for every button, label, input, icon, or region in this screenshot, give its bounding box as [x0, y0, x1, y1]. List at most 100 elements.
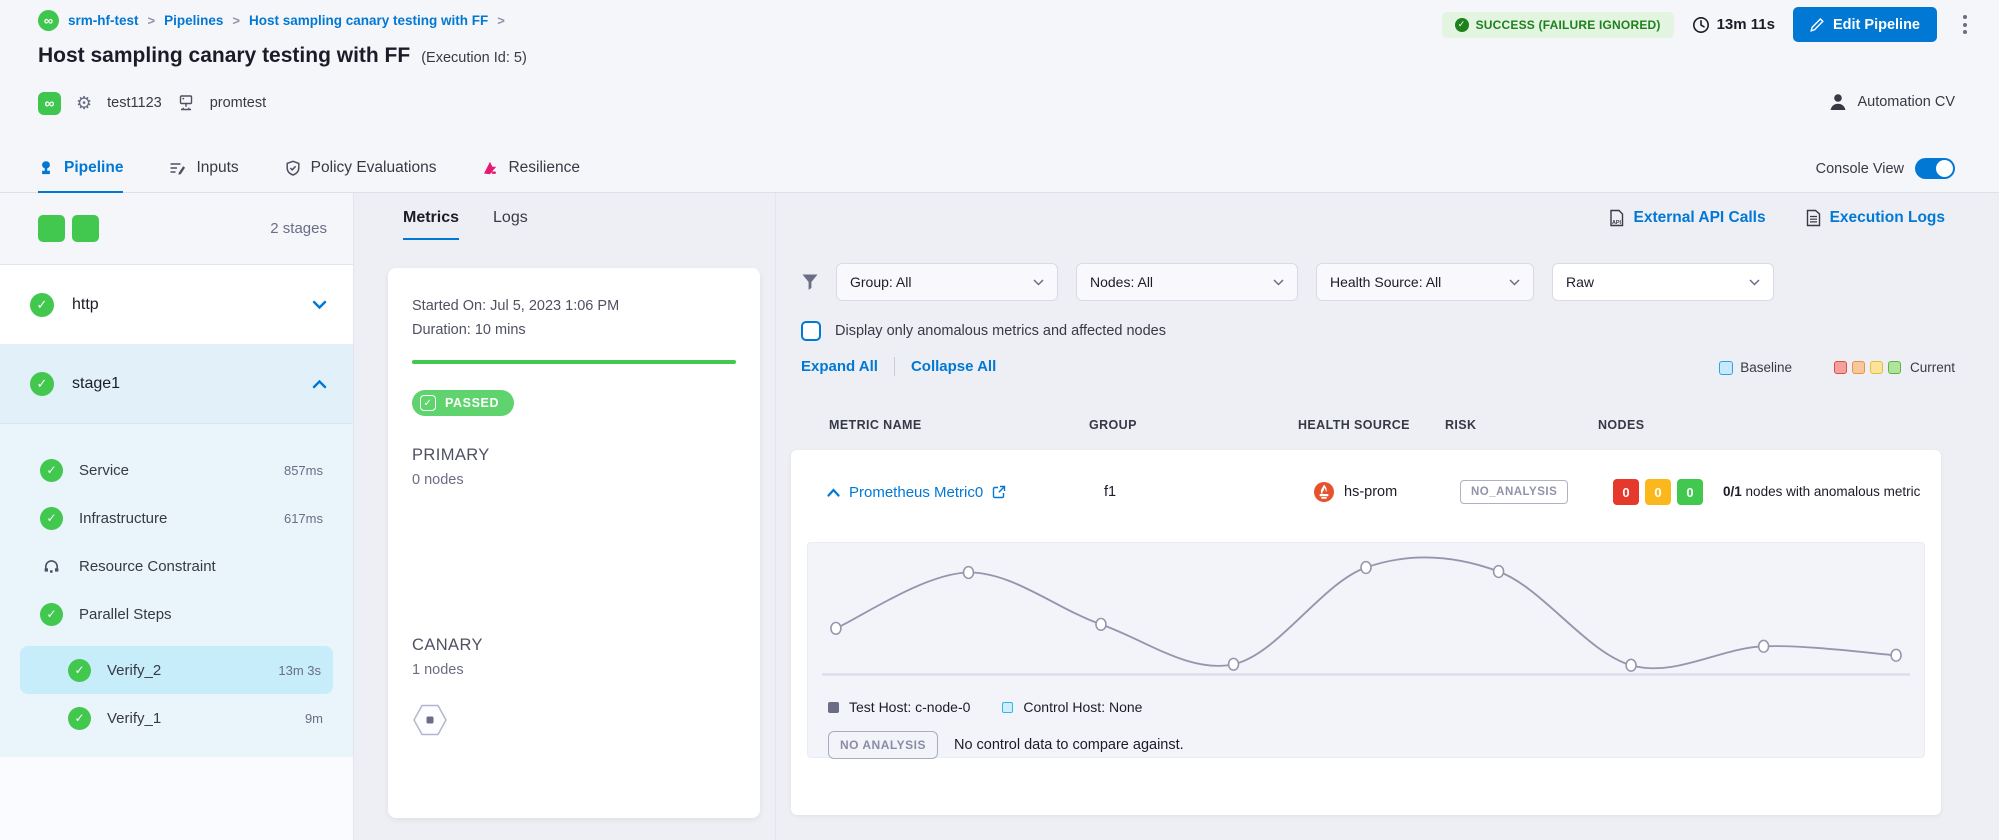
breadcrumb-separator-icon: >	[148, 13, 156, 28]
progress-bar	[412, 360, 736, 364]
execution-logs-link[interactable]: Execution Logs	[1806, 209, 1945, 227]
collapse-all-link[interactable]: Collapse All	[911, 358, 996, 375]
tab-policy-evaluations[interactable]: Policy Evaluations	[285, 145, 437, 193]
data-view-dropdown[interactable]: Raw	[1552, 263, 1774, 301]
expand-all-link[interactable]: Expand All	[801, 358, 878, 375]
environment-icon	[177, 94, 195, 112]
clock-icon	[1692, 16, 1710, 34]
stage-row-http[interactable]: ✓ http	[0, 265, 353, 345]
step-row-resource-constraint[interactable]: Resource Constraint	[0, 542, 353, 590]
shield-check-icon	[285, 160, 301, 177]
step-row-service[interactable]: ✓ Service 857ms	[0, 446, 353, 494]
user-avatar-icon	[1828, 92, 1848, 111]
current-red-swatch	[1834, 361, 1847, 374]
passed-badge: ✓ PASSED	[412, 390, 514, 416]
current-green-swatch	[1888, 361, 1901, 374]
current-yellow-swatch	[1870, 361, 1883, 374]
canary-node-hexagon[interactable]	[412, 704, 448, 741]
breadcrumb-project[interactable]: srm-hf-test	[68, 13, 139, 28]
resource-constraint-icon	[40, 558, 63, 574]
collapse-chevron-up-icon[interactable]	[827, 488, 840, 497]
harness-logo-icon: ∞	[38, 10, 59, 31]
breadcrumb-pipelines[interactable]: Pipelines	[164, 13, 223, 28]
tab-inputs[interactable]: Inputs	[169, 145, 238, 193]
hexagon-node-icon	[412, 704, 448, 736]
metric-group-cell: f1	[1104, 450, 1116, 534]
step-row-verify-1[interactable]: ✓ Verify_1 9m	[0, 694, 353, 742]
tab-metrics[interactable]: Metrics	[403, 209, 459, 240]
chevron-up-icon[interactable]	[312, 379, 327, 389]
anomalous-checkbox[interactable]	[801, 321, 821, 341]
execution-tabs: Metrics Logs	[403, 209, 528, 240]
yellow-node-count-badge: 0	[1645, 479, 1671, 505]
analysis-status-row: NO ANALYSIS No control data to compare a…	[828, 731, 1184, 759]
stage-count-label: 2 stages	[270, 220, 327, 237]
more-options-button[interactable]	[1955, 9, 1975, 40]
tab-pipeline[interactable]: Pipeline	[38, 145, 123, 193]
metric-name-link[interactable]: Prometheus Metric0	[849, 484, 983, 501]
canary-group: CANARY 1 nodes	[412, 636, 736, 741]
edit-pipeline-button[interactable]: Edit Pipeline	[1793, 7, 1937, 42]
elapsed-time-label: 13m 11s	[1717, 16, 1775, 33]
check-circle-icon: ✓	[68, 659, 91, 682]
pipeline-icon	[38, 160, 54, 176]
page-title: Host sampling canary testing with FF	[38, 44, 410, 68]
canary-group-label: CANARY	[412, 636, 736, 655]
col-metric-name: METRIC NAME	[829, 418, 922, 432]
chevron-down-icon	[1749, 279, 1760, 286]
current-orange-swatch	[1852, 361, 1865, 374]
header-actions: ✓ SUCCESS (FAILURE IGNORED) 13m 11s Edit…	[1442, 7, 1975, 42]
expand-collapse-row: Expand All Collapse All	[801, 357, 996, 376]
no-analysis-badge: NO ANALYSIS	[828, 731, 938, 759]
stage-row-stage1[interactable]: ✓ stage1	[0, 345, 353, 423]
inputs-icon	[169, 160, 186, 176]
metric-line-chart[interactable]	[818, 553, 1914, 689]
health-source-filter-dropdown[interactable]: Health Source: All	[1316, 263, 1534, 301]
chevron-down-icon[interactable]	[312, 300, 327, 310]
external-link-icon[interactable]	[992, 485, 1006, 499]
triggered-by: Automation CV	[1828, 92, 1955, 111]
control-host-swatch	[1002, 702, 1013, 713]
environment-name: promtest	[210, 95, 266, 111]
tab-resilience[interactable]: Resilience	[482, 145, 580, 193]
started-on-label: Started On: Jul 5, 2023 1:06 PM	[412, 298, 736, 314]
console-view-label: Console View	[1816, 161, 1904, 177]
breadcrumb: ∞ srm-hf-test > Pipelines > Host samplin…	[38, 10, 505, 31]
stage-square-2[interactable]	[72, 215, 99, 242]
analysis-message: No control data to compare against.	[954, 737, 1184, 753]
group-filter-dropdown[interactable]: Group: All	[836, 263, 1058, 301]
pencil-icon	[1810, 18, 1824, 32]
step-row-parallel-steps[interactable]: ✓ Parallel Steps	[0, 590, 353, 638]
canary-node-count: 1 nodes	[412, 662, 736, 678]
chevron-down-icon	[1033, 279, 1044, 286]
col-group: GROUP	[1089, 418, 1137, 432]
step-row-infrastructure[interactable]: ✓ Infrastructure 617ms	[0, 494, 353, 542]
metric-name-cell: Prometheus Metric0	[827, 450, 1006, 534]
gear-icon: ⚙	[76, 94, 92, 112]
col-nodes: NODES	[1598, 418, 1644, 432]
divider	[894, 357, 895, 376]
baseline-swatch	[1719, 361, 1733, 375]
external-api-calls-link[interactable]: API External API Calls	[1608, 209, 1766, 227]
current-legend-label: Current	[1910, 360, 1955, 375]
elapsed-time: 13m 11s	[1692, 16, 1775, 34]
risk-badge: NO_ANALYSIS	[1460, 480, 1568, 504]
check-circle-icon: ✓	[40, 603, 63, 626]
anomalous-checkbox-label: Display only anomalous metrics and affec…	[835, 323, 1166, 339]
tab-logs[interactable]: Logs	[493, 209, 528, 240]
stages-sidebar: 2 stages ✓ http ✓ stage1 ✓ Service 857ms…	[0, 193, 354, 840]
stage-square-1[interactable]	[38, 215, 65, 242]
red-node-count-badge: 0	[1613, 479, 1639, 505]
status-badge: ✓ SUCCESS (FAILURE IGNORED)	[1442, 12, 1674, 38]
step-row-verify-2[interactable]: ✓ Verify_2 13m 3s	[20, 646, 333, 694]
breadcrumb-pipeline-name[interactable]: Host sampling canary testing with FF	[249, 13, 488, 28]
console-view-toggle[interactable]	[1915, 158, 1955, 179]
col-health-source: HEALTH SOURCE	[1298, 418, 1410, 432]
test-host-label: Test Host: c-node-0	[849, 699, 970, 715]
metric-chart-panel: Test Host: c-node-0 Control Host: None N…	[807, 542, 1925, 758]
verify-metrics-panel: API External API Calls Execution Logs Gr…	[775, 193, 1999, 840]
nodes-filter-dropdown[interactable]: Nodes: All	[1076, 263, 1298, 301]
control-host-label: Control Host: None	[1023, 699, 1142, 715]
anomalous-filter-row: Display only anomalous metrics and affec…	[801, 321, 1166, 341]
check-icon: ✓	[420, 395, 436, 411]
